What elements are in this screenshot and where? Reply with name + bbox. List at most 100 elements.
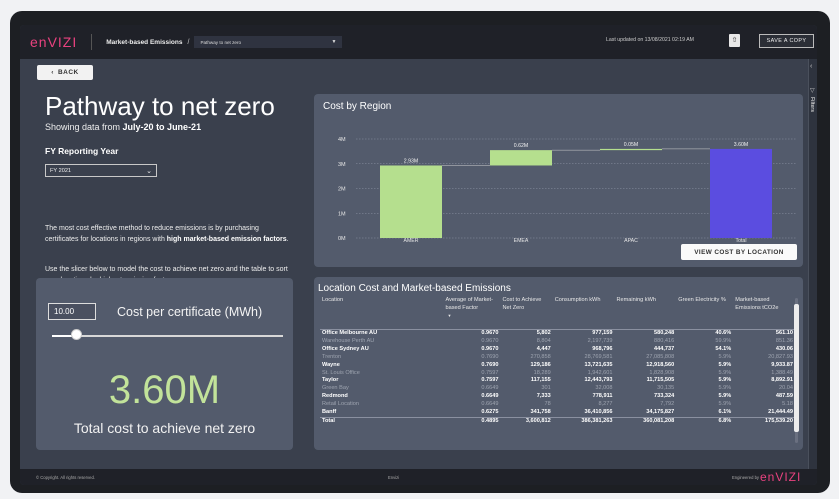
sort-desc-icon[interactable]: ▼ <box>448 312 499 320</box>
table-cell: 13,721,635 <box>584 361 613 368</box>
table-row[interactable]: Taylor 0.7597 117,155 12,443,793 11,715,505 5… <box>320 377 795 385</box>
table-cell: 968,796 <box>592 345 613 352</box>
column-header[interactable]: Average of Market-based Factor ▼ <box>443 296 501 330</box>
filters-rail[interactable]: ‹ ▽ Filters <box>808 59 817 469</box>
cost-slider-handle[interactable] <box>71 329 82 340</box>
cost-by-region-chart: 0M 1M 2M 3M 4M 2.93M AMER 0.62M EMEA 0.05M APAC 3.6… <box>338 137 796 243</box>
table-row[interactable]: Redmond 0.6649 7,333 778,911 733,324 5.9% 487.… <box>320 393 795 401</box>
table-cell: 34,175,827 <box>646 409 675 416</box>
filter-icon: ▽ <box>810 88 815 94</box>
table-cell: 78 <box>544 401 551 408</box>
table-cell: 20,827.93 <box>768 353 793 360</box>
bar-amer <box>380 165 442 238</box>
table-row[interactable]: Office Melbourne AU 0.9670 5,802 977,159 580… <box>320 330 795 338</box>
y-tick-label: 4M <box>338 137 346 143</box>
table-row[interactable]: Wayne 0.7690 129,186 13,721,635 12,918,560 5.… <box>320 362 795 370</box>
table-total-row: Total 0.4895 3,600,812 386,381,263 360,081,2… <box>320 416 795 426</box>
table-cell: 5,802 <box>536 330 551 336</box>
table-scrollbar[interactable] <box>794 298 799 443</box>
bar-emea <box>490 150 552 166</box>
bar-total <box>710 148 772 238</box>
table-cell: 30,135 <box>657 385 675 392</box>
table-cell: 12,918,560 <box>646 361 675 368</box>
table-row[interactable]: Trenton 0.7690 270,858 28,769,581 27,085,808… <box>320 354 795 362</box>
table-row[interactable]: Retail Location 0.6649 78 8,277 7,792 5.9% 5.1… <box>320 401 795 409</box>
total-cell: 3,600,812 <box>500 416 553 426</box>
chevron-down-icon: ⌄ <box>146 167 152 175</box>
table-cell: 7,792 <box>660 401 675 408</box>
table-cell: 20.04 <box>779 385 793 392</box>
y-tick-label: 3M <box>338 162 346 168</box>
top-bar: enVIZI Market-based Emissions / Pathway … <box>20 25 817 59</box>
chevron-left-icon[interactable]: ‹ <box>810 63 812 70</box>
y-tick-label: 0M <box>338 236 346 242</box>
table-cell: 880,416 <box>654 337 675 344</box>
table-cell: 8,804 <box>536 337 551 344</box>
view-cost-by-location-button[interactable]: VIEW COST BY LOCATION <box>681 244 797 260</box>
data-label: 0.62M <box>514 143 528 149</box>
table-cell: 430.06 <box>775 345 793 352</box>
table-cell: Retail Location <box>322 401 360 408</box>
table-row[interactable]: Green Bay 0.6649 301 32,008 30,135 5.9% 20.04 <box>320 385 795 393</box>
table-cell: 487.59 <box>775 393 793 400</box>
table-row[interactable]: Office Sydney AU 0.9670 4,447 968,796 444,73… <box>320 346 795 354</box>
table-row[interactable]: Warehouse Perth AU 0.9670 8,804 2,197,739 88… <box>320 338 795 346</box>
table-cell: 5.9% <box>718 361 732 368</box>
bar-apac <box>600 148 662 151</box>
fy-label: FY Reporting Year <box>45 146 119 156</box>
table-row[interactable]: St. Louis Office 0.7597 18,289 1,942,601 1,8… <box>320 370 795 378</box>
column-header[interactable]: Remaining kWh <box>614 296 677 330</box>
x-tick-label: EMEA <box>514 238 529 243</box>
breadcrumb-separator: / <box>187 38 190 46</box>
page-title: Pathway to net zero <box>45 91 275 121</box>
share-icon[interactable]: ⇧ <box>729 34 740 47</box>
column-header[interactable]: Cost to Achieve Net Zero <box>500 296 553 330</box>
table-cell: 11,715,505 <box>646 377 675 384</box>
cost-per-certificate-input[interactable]: 10.00 <box>48 303 96 320</box>
table-cell: 778,911 <box>592 393 613 400</box>
save-copy-button[interactable]: SAVE A COPY <box>759 34 814 48</box>
table-cell: 301 <box>541 385 551 392</box>
footer-logo: enVIZI <box>760 470 802 484</box>
column-header[interactable]: Location <box>320 296 444 330</box>
explanation-paragraph: The most cost effective method to reduce… <box>45 224 293 245</box>
table-cell: Banff <box>322 409 337 416</box>
table-cell: Redmond <box>322 393 348 400</box>
table-cell: Taylor <box>322 377 339 384</box>
filters-label: Filters <box>809 97 815 113</box>
header-divider <box>91 34 93 50</box>
column-header[interactable]: Consumption kWh <box>552 296 615 330</box>
y-tick-label: 2M <box>338 187 346 193</box>
scrollbar-thumb[interactable] <box>794 304 799 432</box>
back-button[interactable]: ‹ BACK <box>37 65 93 80</box>
cost-slider-fill <box>52 334 72 337</box>
table-cell: 59.9% <box>715 337 732 344</box>
breadcrumb[interactable]: Market-based Emissions <box>106 39 182 46</box>
cost-slider-track[interactable] <box>52 335 283 337</box>
data-label: 0.05M <box>624 142 638 148</box>
table-cell: 18,289 <box>533 369 551 376</box>
table-cell: 0.6649 <box>481 393 499 400</box>
table-cell: 7,333 <box>536 393 551 400</box>
table-row[interactable]: Banff 0.6275 341,758 36,410,856 34,175,827 6.… <box>320 409 795 417</box>
column-header[interactable]: Market-based Emissions tCO2e <box>733 296 795 330</box>
table-cell: 40.6% <box>715 330 732 336</box>
subtitle-range: July-20 to June-21 <box>122 122 202 132</box>
x-tick-label: AMER <box>404 238 419 243</box>
table-cell: 0.6649 <box>481 401 499 408</box>
table-cell: 5.9% <box>718 393 732 400</box>
total-cost-label: Total cost to achieve net zero <box>73 420 256 436</box>
chart-title: Cost by Region <box>323 101 392 112</box>
table-cell: 851.36 <box>775 337 793 344</box>
engineered-by-text: Engineered by <box>732 475 760 480</box>
table-cell: 21,444.49 <box>768 409 793 416</box>
column-header[interactable]: Green Electricity % <box>676 296 734 330</box>
table-cell: Trenton <box>322 353 342 360</box>
table-cell: 5.9% <box>718 369 732 376</box>
fy-select[interactable]: FY 2021 ⌄ <box>45 164 157 177</box>
subtitle-prefix: Showing data from <box>45 122 123 132</box>
page-dropdown[interactable]: Pathway to net zero ▼ <box>194 36 343 48</box>
x-tick-label: APAC <box>624 238 638 243</box>
table-cell: 0.7690 <box>481 361 499 368</box>
table-cell: 0.6275 <box>481 409 499 416</box>
